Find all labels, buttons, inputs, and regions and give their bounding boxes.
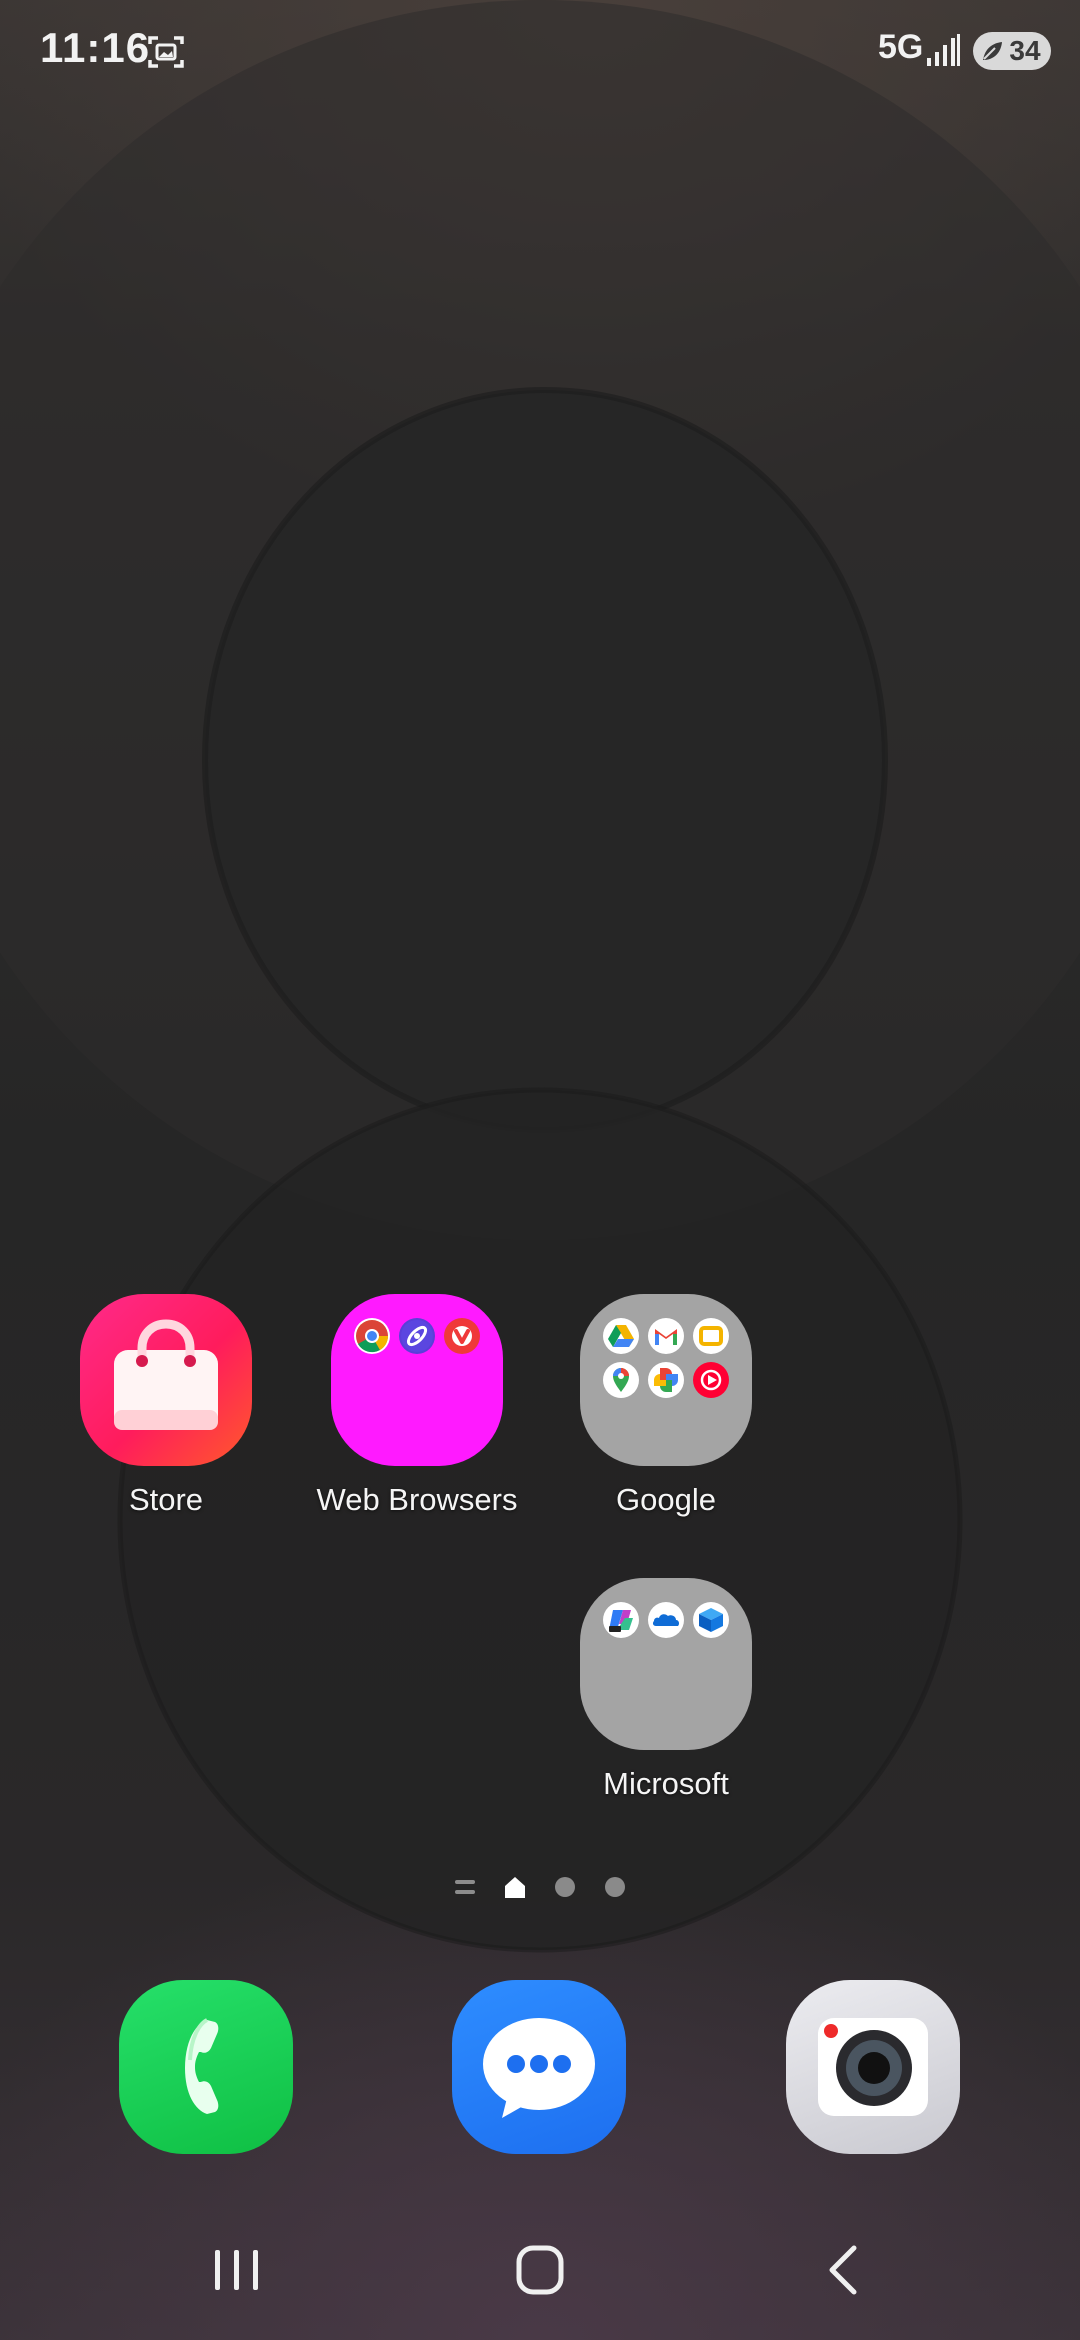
status-bar: 11:16 5G 34 bbox=[0, 0, 1080, 100]
battery-level: 34 bbox=[1009, 35, 1041, 66]
folder-google[interactable]: Google bbox=[536, 1294, 796, 1518]
home-page-indicator-icon[interactable] bbox=[502, 1872, 528, 1902]
chrome-icon bbox=[354, 1318, 390, 1354]
camera-app[interactable] bbox=[786, 1980, 960, 2154]
home-icon bbox=[516, 2245, 564, 2295]
phone-app[interactable] bbox=[119, 1980, 293, 2154]
browser-icon bbox=[399, 1318, 435, 1354]
home-button[interactable] bbox=[500, 2240, 580, 2300]
onedrive-icon bbox=[648, 1602, 684, 1638]
vivaldi-icon bbox=[444, 1318, 480, 1354]
page-indicator bbox=[0, 1872, 1080, 1902]
recents-icon bbox=[215, 2250, 258, 2290]
power-saving-leaf-icon bbox=[983, 42, 1002, 60]
app-label: Store bbox=[128, 1482, 204, 1517]
phone-icon bbox=[185, 2018, 219, 2114]
folder-web-browsers[interactable]: Web Browsers bbox=[287, 1294, 547, 1518]
messages-app[interactable] bbox=[452, 1980, 626, 2154]
store-icon bbox=[80, 1294, 252, 1466]
folder-icon bbox=[331, 1294, 503, 1466]
folder-label: Web Browsers bbox=[316, 1482, 518, 1517]
camera-icon bbox=[818, 2018, 928, 2116]
folder-microsoft[interactable]: Microsoft bbox=[536, 1578, 796, 1802]
signal-icon bbox=[927, 34, 960, 66]
folder-icon bbox=[580, 1294, 752, 1466]
clock: 11:16 bbox=[40, 24, 151, 71]
app-drawer-indicator-icon[interactable] bbox=[453, 1872, 477, 1902]
back-button[interactable] bbox=[802, 2240, 882, 2300]
authenticator-icon bbox=[693, 1602, 729, 1638]
maps-icon bbox=[603, 1362, 639, 1398]
app-store[interactable]: Store bbox=[36, 1294, 296, 1518]
battery-icon: 34 bbox=[973, 32, 1051, 70]
photos-icon bbox=[648, 1362, 684, 1398]
back-icon bbox=[829, 2245, 857, 2295]
recents-button[interactable] bbox=[197, 2240, 277, 2300]
folder-icon bbox=[580, 1578, 752, 1750]
home-screen: 11:16 5G 34 Store Web Browsers Google Mi… bbox=[0, 0, 1080, 2340]
page-dot-icon[interactable] bbox=[604, 1872, 626, 1902]
page-dot-icon[interactable] bbox=[554, 1872, 576, 1902]
copilot-icon bbox=[603, 1602, 639, 1638]
slides-icon bbox=[693, 1318, 729, 1354]
folder-label: Microsoft bbox=[603, 1766, 729, 1801]
folder-label: Google bbox=[616, 1482, 716, 1517]
drive-icon bbox=[603, 1318, 639, 1354]
gmail-icon bbox=[648, 1318, 684, 1354]
screenshot-icon bbox=[148, 36, 184, 68]
youtube-music-icon bbox=[693, 1362, 729, 1398]
network-type: 5G bbox=[878, 28, 924, 66]
messages-icon bbox=[483, 2018, 595, 2118]
